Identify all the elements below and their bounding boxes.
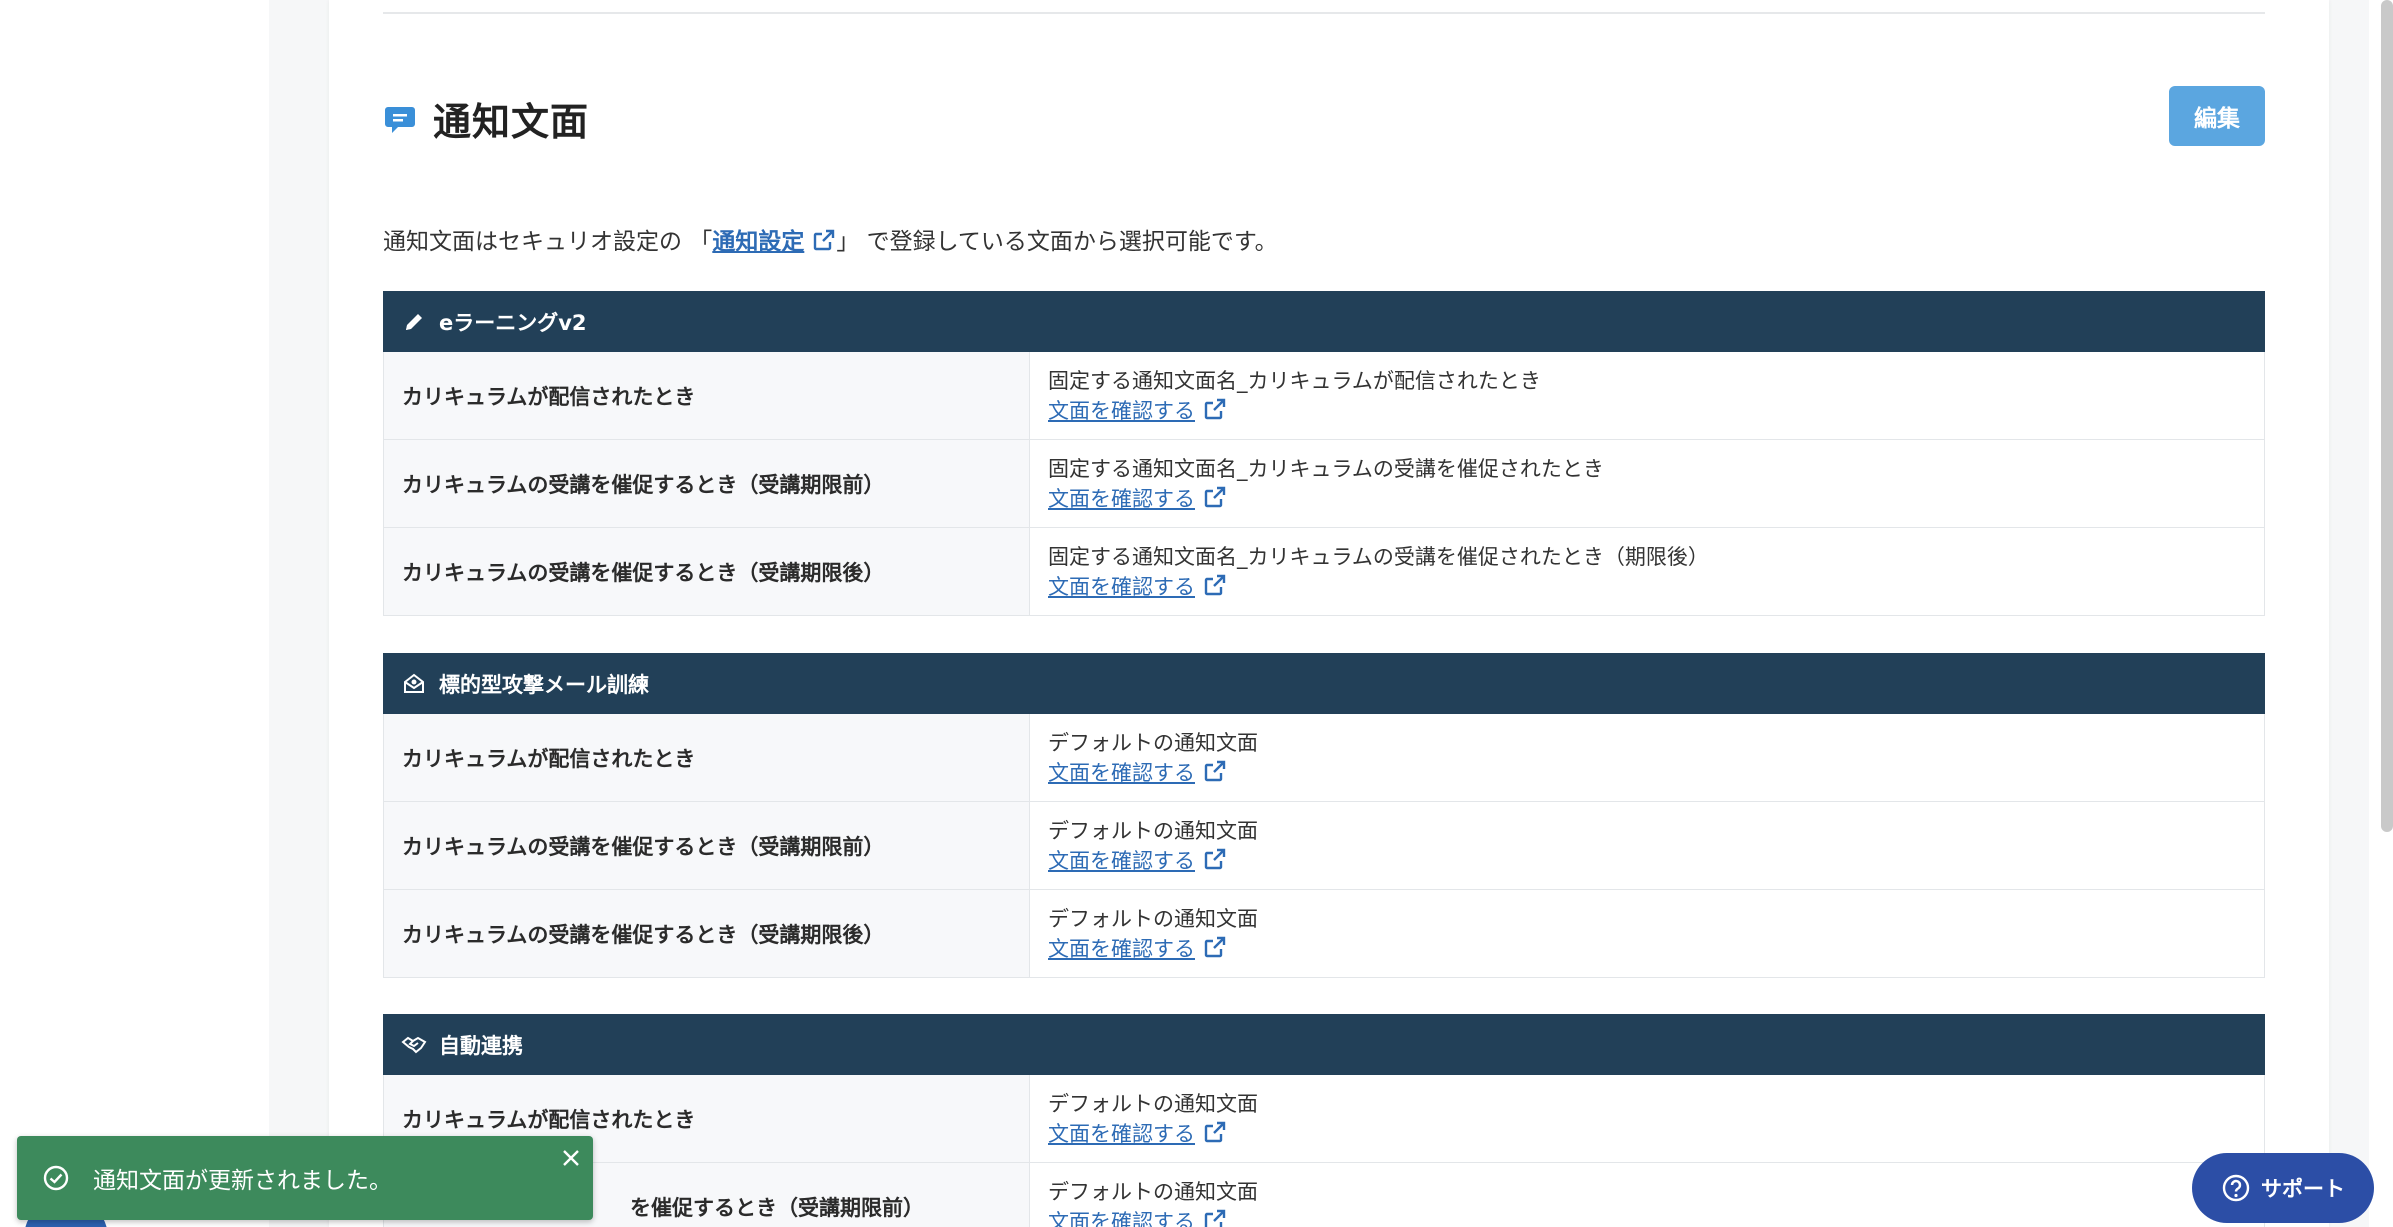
table-row: カリキュラムが配信されたとき デフォルトの通知文面 文面を確認する [383,1075,2265,1163]
external-link-icon[interactable] [1203,573,1227,601]
help-circle-icon [2222,1174,2250,1202]
template-cell: 固定する通知文面名_カリキュラムの受講を催促されたとき 文面を確認する [1030,440,2264,527]
template-cell: 固定する通知文面名_カリキュラムの受講を催促されたとき（期限後） 文面を確認する [1030,528,2264,615]
template-name: 固定する通知文面名_カリキュラムの受講を催促されたとき（期限後） [1048,545,1709,569]
view-template-link[interactable]: 文面を確認する [1048,761,1195,785]
settings-card: 通知文面 編集 通知文面はセキュリオ設定の 「通知設定」 で登録している文面から… [329,0,2329,1227]
external-link-icon[interactable] [812,228,836,258]
notification-settings-link[interactable]: 通知設定 [712,229,804,255]
trigger-label: カリキュラムが配信されたとき [384,714,1030,801]
support-button[interactable]: サポート [2192,1153,2374,1223]
top-divider [383,12,2265,14]
template-name: デフォルトの通知文面 [1048,731,1258,755]
section-auto-integration: 自動連携 カリキュラムが配信されたとき デフォルトの通知文面 文面を確認する を… [383,1014,2265,1227]
table-row: カリキュラムが配信されたとき デフォルトの通知文面 文面を確認する [383,714,2265,802]
description: 通知文面はセキュリオ設定の 「通知設定」 で登録している文面から選択可能です。 [383,222,1278,258]
support-label: サポート [2261,1177,2345,1201]
page-title: 通知文面 [433,99,590,144]
external-link-icon[interactable] [1203,935,1227,963]
external-link-icon[interactable] [1203,847,1227,875]
template-name: 固定する通知文面名_カリキュラムが配信されたとき [1048,369,1541,393]
external-link-icon[interactable] [1203,485,1227,513]
check-circle-icon [43,1165,69,1191]
template-name: デフォルトの通知文面 [1048,819,1258,843]
trigger-label: カリキュラムの受講を催促するとき（受講期限前） [384,802,1030,889]
template-cell: デフォルトの通知文面 文面を確認する [1030,714,2264,801]
close-icon[interactable] [557,1144,585,1172]
section-phishing-training: 標的型攻撃メール訓練 カリキュラムが配信されたとき デフォルトの通知文面 文面を… [383,653,2265,978]
external-link-icon[interactable] [1203,759,1227,787]
view-template-link[interactable]: 文面を確認する [1048,575,1195,599]
template-cell: デフォルトの通知文面 文面を確認する [1030,1163,2264,1227]
section-header: 標的型攻撃メール訓練 [383,653,2265,714]
view-template-link[interactable]: 文面を確認する [1048,849,1195,873]
edit-button[interactable]: 編集 [2169,86,2265,146]
template-cell: 固定する通知文面名_カリキュラムが配信されたとき 文面を確認する [1030,352,2264,439]
view-template-link[interactable]: 文面を確認する [1048,937,1195,961]
envelope-open-icon [401,671,427,697]
section-header: 自動連携 [383,1014,2265,1075]
template-cell: デフォルトの通知文面 文面を確認する [1030,890,2264,977]
external-link-icon[interactable] [1203,397,1227,425]
scrollbar[interactable] [2381,0,2393,832]
external-link-icon[interactable] [1203,1208,1227,1227]
handshake-icon [401,1032,427,1058]
section-elearning: eラーニングv2 カリキュラムが配信されたとき 固定する通知文面名_カリキュラム… [383,291,2265,616]
view-template-link[interactable]: 文面を確認する [1048,399,1195,423]
section-header: eラーニングv2 [383,291,2265,352]
table-row: カリキュラムの受講を催促するとき（受講期限前） デフォルトの通知文面 文面を確認… [383,802,2265,890]
table-row: を催促するとき（受講期限前） デフォルトの通知文面 文面を確認する [383,1163,2265,1227]
template-name: デフォルトの通知文面 [1048,1180,1258,1204]
template-name: デフォルトの通知文面 [1048,907,1258,931]
template-cell: デフォルトの通知文面 文面を確認する [1030,1075,2264,1162]
template-cell: デフォルトの通知文面 文面を確認する [1030,802,2264,889]
trigger-label: カリキュラムが配信されたとき [384,352,1030,439]
view-template-link[interactable]: 文面を確認する [1048,1122,1195,1146]
view-template-link[interactable]: 文面を確認する [1048,1210,1195,1227]
trigger-label: カリキュラムの受講を催促するとき（受講期限後） [384,890,1030,977]
trigger-label: カリキュラムの受講を催促するとき（受講期限前） [384,440,1030,527]
left-pane [0,0,269,1227]
template-name: 固定する通知文面名_カリキュラムの受講を催促されたとき [1048,457,1604,481]
toast-message: 通知文面が更新されました。 [93,1168,392,1194]
template-name: デフォルトの通知文面 [1048,1092,1258,1116]
success-toast: 通知文面が更新されました。 [17,1136,593,1220]
section-title-row: 通知文面 [383,88,589,148]
table-row: カリキュラムが配信されたとき 固定する通知文面名_カリキュラムが配信されたとき … [383,352,2265,440]
pencil-icon [401,309,427,335]
chat-bubble-icon [383,101,417,135]
table-row: カリキュラムの受講を催促するとき（受講期限前） 固定する通知文面名_カリキュラム… [383,440,2265,528]
view-template-link[interactable]: 文面を確認する [1048,487,1195,511]
table-row: カリキュラムの受講を催促するとき（受講期限後） デフォルトの通知文面 文面を確認… [383,890,2265,978]
table-row: カリキュラムの受講を催促するとき（受講期限後） 固定する通知文面名_カリキュラム… [383,528,2265,616]
external-link-icon[interactable] [1203,1120,1227,1148]
trigger-label: カリキュラムの受講を催促するとき（受講期限後） [384,528,1030,615]
